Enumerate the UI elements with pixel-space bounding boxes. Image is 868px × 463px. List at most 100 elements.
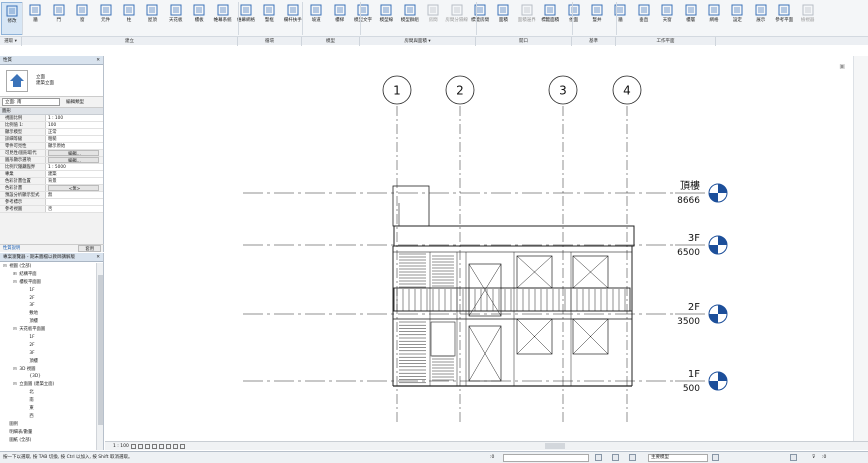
tree-item[interactable]: 3F: [0, 302, 96, 310]
property-value[interactable]: 顯示原始: [46, 143, 103, 149]
view-scale[interactable]: 1 : 100: [113, 444, 129, 449]
property-value[interactable]: 1 : 5000: [46, 164, 103, 170]
vertical-scrollbar[interactable]: [853, 56, 868, 441]
ribbon-button-28[interactable]: 天窗: [656, 2, 678, 35]
ribbon-button-34[interactable]: 檢視器: [797, 2, 819, 35]
properties-help-link[interactable]: 性質說明: [3, 245, 20, 252]
ribbon-button-32[interactable]: 展示: [750, 2, 772, 35]
ribbon-button-6[interactable]: 屋頂: [141, 2, 163, 35]
select-links-icon[interactable]: [712, 454, 719, 461]
ribbon-button-9[interactable]: 帷幕系統: [212, 2, 234, 35]
ribbon-button-4[interactable]: 元件: [95, 2, 117, 35]
ribbon-panel-label[interactable]: 開口: [476, 37, 572, 46]
tree-item[interactable]: 北: [0, 389, 96, 397]
ribbon-panel-label[interactable]: 循環: [238, 37, 302, 46]
ribbon-panel-label[interactable]: 模型: [302, 37, 360, 46]
property-edit-button[interactable]: 編輯...: [48, 150, 99, 156]
tree-item[interactable]: 1F: [0, 334, 96, 342]
horizontal-scroll-thumb[interactable]: [545, 443, 565, 449]
ribbon-button-5[interactable]: 柱: [118, 2, 140, 35]
ribbon-panel-label[interactable]: 選取 ▾: [0, 37, 22, 46]
ribbon-button-3[interactable]: 窗: [71, 2, 93, 35]
ribbon-button-21[interactable]: 面積: [492, 2, 514, 35]
ribbon-panel-label[interactable]: 基準: [572, 37, 616, 46]
tree-item[interactable]: ⊞ 結構平面: [0, 271, 96, 279]
ribbon-button-22[interactable]: 面積邊界: [516, 2, 538, 35]
sun-path-icon[interactable]: [144, 443, 150, 449]
tree-item[interactable]: 圖例: [0, 421, 96, 429]
tree-item[interactable]: 圖紙 (全部): [0, 437, 96, 445]
graphics-section-header[interactable]: 圖形: [0, 108, 103, 115]
ribbon-button-27[interactable]: 垂直: [633, 2, 655, 35]
browser-scrollbar[interactable]: [96, 263, 103, 450]
property-edit-button[interactable]: 編輯...: [48, 157, 99, 163]
ribbon-button-2[interactable]: 門: [48, 2, 70, 35]
close-icon[interactable]: ✕: [96, 253, 103, 261]
ribbon-panel-label[interactable]: 房間與面積 ▾: [360, 37, 476, 46]
tree-item[interactable]: 西: [0, 413, 96, 421]
ribbon-button-11[interactable]: 豎框: [258, 2, 280, 35]
tree-item[interactable]: 1F: [0, 287, 96, 295]
ribbon-button-14[interactable]: 樓梯: [329, 2, 351, 35]
ribbon-button-18[interactable]: 房間: [422, 2, 444, 35]
ribbon-button-7[interactable]: 天花板: [165, 2, 187, 35]
tree-item[interactable]: ⊟ 視圖 (全部): [0, 263, 96, 271]
ribbon-button-23[interactable]: 標籤面積: [539, 2, 561, 35]
ribbon-button-1[interactable]: 牆: [24, 2, 46, 35]
ribbon-button-30[interactable]: 網格: [703, 2, 725, 35]
design-option-select[interactable]: [503, 454, 589, 462]
links-icon[interactable]: [629, 454, 636, 461]
ribbon-button-17[interactable]: 模型群組: [399, 2, 421, 35]
tree-item[interactable]: {3D}: [0, 373, 96, 381]
property-value[interactable]: 粗糙: [46, 136, 103, 142]
property-value[interactable]: 100: [46, 122, 103, 128]
property-value[interactable]: 正常: [46, 129, 103, 135]
tree-item[interactable]: 頂樓: [0, 318, 96, 326]
ribbon-button-29[interactable]: 樓層: [680, 2, 702, 35]
ribbon-button-12[interactable]: 欄杆扶手: [282, 2, 304, 35]
property-value[interactable]: 否: [46, 206, 103, 212]
tree-item[interactable]: ⊟ 樓板平面圖: [0, 279, 96, 287]
property-value[interactable]: 1 : 100: [46, 115, 103, 121]
editable-only-icon[interactable]: [612, 454, 619, 461]
type-selector[interactable]: 立面 建築立面: [0, 65, 103, 97]
tree-item[interactable]: 3F: [0, 350, 96, 358]
ribbon-button-24[interactable]: 依面: [563, 2, 585, 35]
tree-item[interactable]: 頂樓: [0, 358, 96, 366]
crop-view-icon[interactable]: [158, 443, 164, 449]
elevation-drawing[interactable]: 1 2 3 4 頂樓 8666 3F 6500 2F 3500 1F 500 ▣: [105, 56, 853, 441]
close-icon[interactable]: ✕: [96, 56, 103, 64]
property-value[interactable]: 背景: [46, 178, 103, 184]
ribbon-button-19[interactable]: 房間分隔線: [445, 2, 468, 35]
property-value[interactable]: [46, 199, 103, 205]
ribbon-button-0[interactable]: 修改: [1, 2, 23, 35]
tree-item[interactable]: 東: [0, 405, 96, 413]
ribbon-panel-label[interactable]: 工作平面: [616, 37, 716, 46]
shadows-icon[interactable]: [151, 443, 157, 449]
temp-hide-icon[interactable]: [172, 443, 178, 449]
workset-icon[interactable]: [595, 454, 602, 461]
workset-select[interactable]: 主要模型: [648, 454, 708, 462]
property-value[interactable]: 建築: [46, 171, 103, 177]
detail-level-icon[interactable]: [130, 443, 136, 449]
property-edit-button[interactable]: <無>: [48, 185, 99, 191]
ribbon-button-16[interactable]: 模型線: [375, 2, 397, 35]
ribbon-button-8[interactable]: 樓板: [188, 2, 210, 35]
ribbon-panel-label[interactable]: 建立: [22, 37, 238, 46]
edit-type-button[interactable]: 編輯類型: [66, 99, 84, 105]
reveal-hidden-icon[interactable]: [179, 443, 185, 449]
ribbon-button-20[interactable]: 標籤房間: [469, 2, 491, 35]
ribbon-button-25[interactable]: 豎井: [586, 2, 608, 35]
instance-filter-select[interactable]: 立面: 南: [2, 98, 60, 106]
tree-item[interactable]: 2F: [0, 295, 96, 303]
select-pinned-icon[interactable]: [790, 454, 797, 461]
ribbon-button-26[interactable]: 牆: [609, 2, 631, 35]
tree-item[interactable]: ⊟ 天花板平面圖: [0, 326, 96, 334]
ribbon-button-33[interactable]: 參考平面: [773, 2, 795, 35]
filter-icon[interactable]: ⊽: [812, 452, 815, 463]
property-value[interactable]: 無: [46, 192, 103, 198]
ribbon-button-13[interactable]: 坡道: [305, 2, 327, 35]
show-crop-icon[interactable]: [165, 443, 171, 449]
tree-item[interactable]: ⊟ 立面圖 (建築立面): [0, 381, 96, 389]
tree-item[interactable]: 明細表/數量: [0, 429, 96, 437]
